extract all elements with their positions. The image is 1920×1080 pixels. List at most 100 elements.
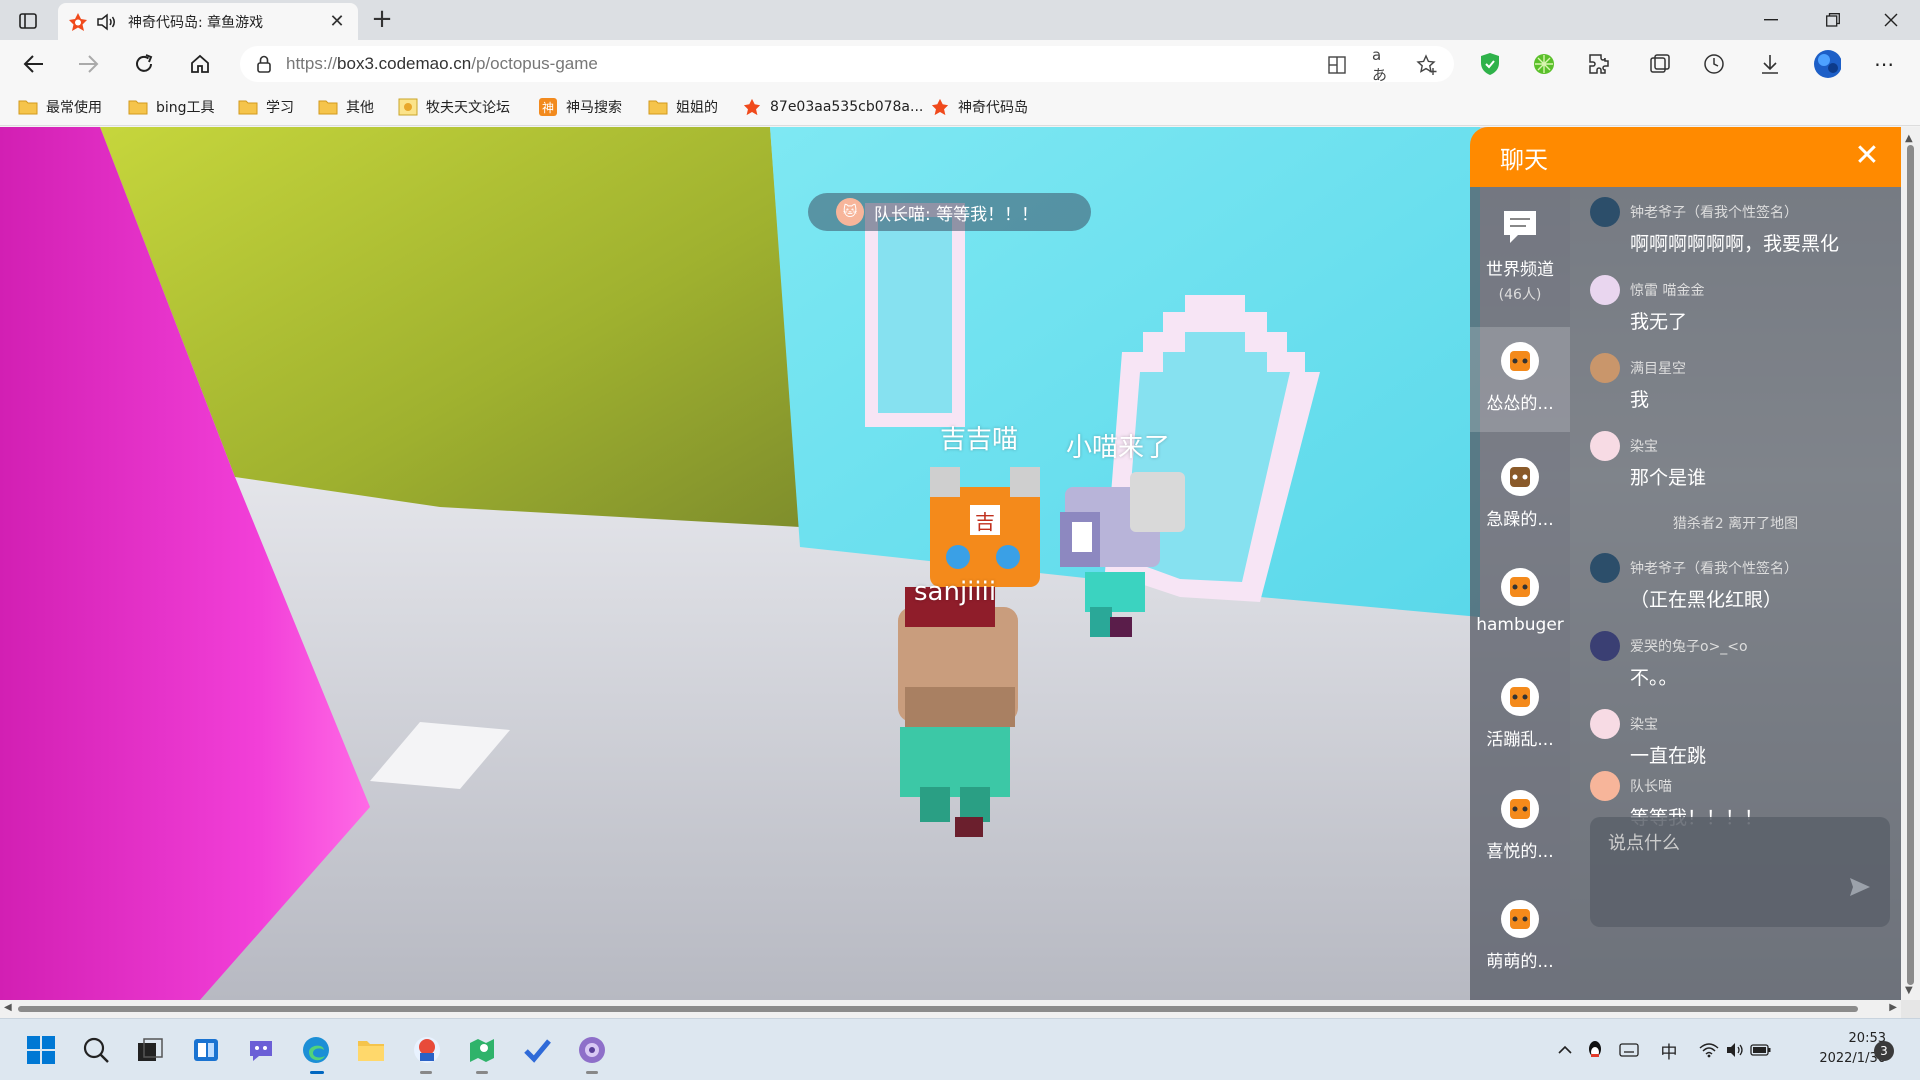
profile-avatar-icon[interactable] — [1813, 50, 1841, 78]
extensions-icon[interactable] — [1585, 50, 1613, 78]
floating-message-text: 队长喵: 等等我！！！ — [874, 204, 1039, 225]
bookmark-label: bing工具 — [156, 100, 215, 116]
search-icon[interactable] — [79, 1033, 113, 1067]
message-text: 我 — [1630, 389, 1650, 411]
bookmark-folder[interactable]: 姐姐的 — [648, 95, 718, 119]
channel-dm[interactable]: 活蹦乱... — [1470, 677, 1570, 750]
close-window-icon[interactable] — [1868, 5, 1914, 35]
send-icon[interactable] — [1848, 875, 1872, 899]
scroll-thumb[interactable] — [18, 1006, 1858, 1012]
green-ball-extension-icon[interactable] — [1530, 50, 1558, 78]
message-author[interactable]: 染宝 — [1630, 714, 1658, 734]
bookmark-folder[interactable]: 学习 — [238, 95, 294, 119]
bookmark-folder[interactable]: 其他 — [318, 95, 374, 119]
codemao-favicon-icon — [931, 98, 949, 116]
task-view-icon[interactable] — [133, 1033, 167, 1067]
history-icon[interactable] — [1700, 50, 1728, 78]
chevron-up-icon[interactable] — [1554, 1039, 1576, 1061]
keyboard-icon[interactable] — [1618, 1039, 1640, 1061]
game-viewport[interactable]: 吉 🐱 队长喵: 等等我！！！ 吉吉喵 小喵来了 sanjiiii 聊天 ✕ 世… — [0, 127, 1901, 1000]
refresh-icon[interactable] — [128, 48, 160, 80]
chat-input[interactable]: 说点什么 — [1590, 817, 1890, 927]
battery-icon[interactable] — [1750, 1039, 1772, 1061]
message-author[interactable]: 爱哭的兔子o>_<o — [1630, 636, 1748, 656]
scroll-up-icon[interactable]: ▲ — [1905, 133, 1913, 144]
channel-dm[interactable]: 急躁的... — [1470, 457, 1570, 530]
game-app-icon[interactable] — [410, 1033, 444, 1067]
message-author[interactable]: 钟老爷子（看我个性签名） — [1630, 202, 1798, 222]
message-text: 一直在跳 — [1630, 745, 1707, 767]
bookmark-link[interactable]: 87e03aa535cb078a... — [742, 95, 923, 119]
message-author[interactable]: 钟老爷子（看我个性签名） — [1630, 558, 1798, 578]
wifi-icon[interactable] — [1698, 1039, 1720, 1061]
qq-tray-icon[interactable] — [1584, 1039, 1606, 1061]
collections-icon[interactable] — [1646, 50, 1674, 78]
scroll-right-icon[interactable]: ▶ — [1889, 1002, 1897, 1013]
shield-extension-icon[interactable] — [1476, 50, 1504, 78]
todo-check-icon[interactable] — [520, 1033, 554, 1067]
channel-dm[interactable]: 萌萌的... — [1470, 899, 1570, 972]
user-avatar-icon: 🐱 — [836, 198, 864, 226]
bookmark-folder[interactable]: bing工具 — [128, 95, 215, 119]
bookmark-link[interactable]: 神神马搜索 — [538, 95, 622, 119]
teams-chat-icon[interactable] — [244, 1033, 278, 1067]
scroll-left-icon[interactable]: ◀ — [4, 1002, 12, 1013]
bookmark-label: 最常使用 — [46, 100, 102, 116]
close-tab-icon[interactable]: ✕ — [326, 11, 348, 32]
scroll-thumb[interactable] — [1907, 145, 1914, 985]
volume-icon[interactable] — [1724, 1039, 1746, 1061]
clock-time: 20:53 — [1848, 1031, 1886, 1046]
name-tag: sanjiiii — [914, 577, 997, 607]
tab-actions-icon[interactable] — [14, 8, 42, 34]
horizontal-scrollbar[interactable]: ◀ ▶ — [0, 1000, 1901, 1018]
address-bar[interactable]: https://box3.codemao.cn/p/octopus-game a… — [240, 46, 1454, 84]
bookmark-link[interactable]: 神奇代码岛 — [930, 95, 1028, 119]
cat-avatar-icon — [1501, 678, 1539, 716]
translate-icon[interactable]: aあ — [1372, 46, 1394, 84]
minimize-icon[interactable] — [1748, 5, 1794, 35]
channel-dm[interactable]: 怂怂的... — [1470, 327, 1570, 432]
app-running-indicator — [586, 1071, 598, 1074]
active-app-indicator — [310, 1071, 324, 1074]
start-windows-icon[interactable] — [24, 1033, 58, 1067]
channel-dm[interactable]: hambuger — [1470, 567, 1570, 635]
more-menu-icon[interactable]: ⋯ — [1870, 50, 1898, 78]
clock-date: 2022/1/30 — [1819, 1051, 1886, 1066]
forward-icon[interactable] — [72, 48, 104, 80]
url-text[interactable]: https://box3.codemao.cn/p/octopus-game — [286, 54, 598, 74]
bookmark-folder[interactable]: 最常使用 — [18, 95, 102, 119]
back-icon[interactable] — [18, 48, 50, 80]
home-icon[interactable] — [184, 48, 216, 80]
ime-indicator[interactable]: 中 — [1658, 1039, 1680, 1063]
speaker-icon[interactable] — [96, 12, 118, 32]
notification-badge[interactable]: 3 — [1874, 1041, 1894, 1061]
widgets-icon[interactable] — [189, 1033, 223, 1067]
bookmark-link[interactable]: 牧夫天文论坛 — [398, 95, 510, 119]
bookmark-label: 87e03aa535cb078a... — [770, 99, 924, 115]
channel-world[interactable]: 世界频道 (46人) — [1470, 207, 1570, 304]
chat-close-icon[interactable]: ✕ — [1851, 141, 1883, 173]
user-avatar-icon — [1590, 431, 1620, 461]
system-clock[interactable]: 20:53 2022/1/30 — [1796, 1029, 1886, 1069]
message-author[interactable]: 惊雷 喵金金 — [1630, 280, 1704, 300]
lock-icon[interactable] — [254, 54, 274, 74]
active-tab[interactable]: 神奇代码岛: 章鱼游戏 ✕ — [58, 3, 358, 40]
app-grid-icon[interactable] — [1326, 54, 1348, 76]
scroll-corner — [1901, 1000, 1920, 1018]
chat-panel: 聊天 ✕ 世界频道 (46人) 怂怂的... 急躁的... hambuger 活… — [1470, 127, 1901, 1000]
bookmark-label: 牧夫天文论坛 — [426, 100, 510, 116]
edge-browser-icon[interactable] — [299, 1033, 333, 1067]
channel-dm[interactable]: 喜悦的... — [1470, 789, 1570, 862]
favorite-star-icon[interactable] — [1416, 54, 1438, 76]
maps-app-icon[interactable] — [465, 1033, 499, 1067]
new-tab-button[interactable]: + — [368, 6, 396, 34]
scroll-down-icon[interactable]: ▼ — [1905, 985, 1913, 996]
restore-icon[interactable] — [1810, 5, 1856, 35]
vertical-scrollbar[interactable]: ▲ ▼ — [1901, 127, 1920, 1000]
purple-app-icon[interactable] — [575, 1033, 609, 1067]
file-explorer-icon[interactable] — [354, 1033, 388, 1067]
message-author[interactable]: 满目星空 — [1630, 358, 1686, 378]
message-author[interactable]: 队长喵 — [1630, 776, 1672, 796]
message-author[interactable]: 染宝 — [1630, 436, 1658, 456]
download-icon[interactable] — [1756, 50, 1784, 78]
